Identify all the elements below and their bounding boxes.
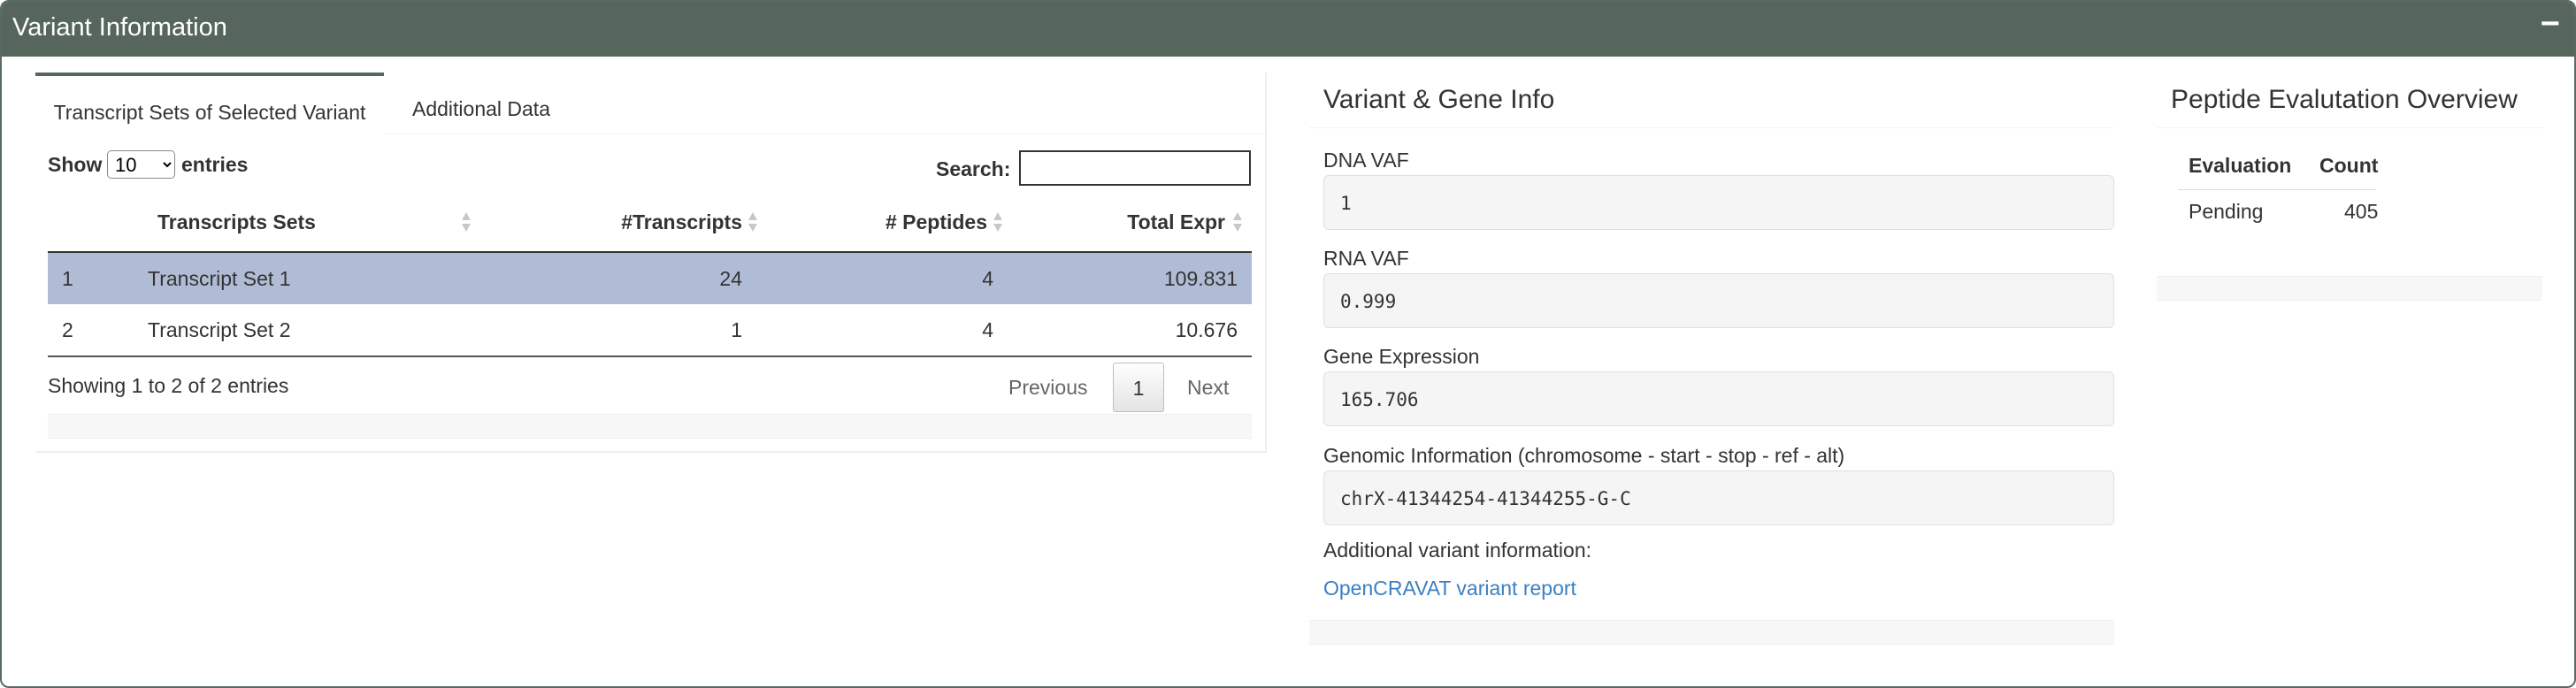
dna-vaf-field: 1 xyxy=(1323,175,2114,230)
genomic-info-field: chrX-41344254-41344255-G-C xyxy=(1323,470,2114,525)
total-expr: 109.831 xyxy=(1163,267,1238,290)
sort-icon[interactable] xyxy=(461,212,472,235)
peptide-overview-title: Peptide Evalutation Overview xyxy=(2171,85,2518,114)
peptides-count: 4 xyxy=(982,267,993,290)
next-page-button[interactable]: Next xyxy=(1187,363,1229,412)
variant-information-panel: Variant Information − Transcript Sets of… xyxy=(0,0,2576,688)
previous-page-button[interactable]: Previous xyxy=(1008,363,1087,412)
box-footer xyxy=(2157,276,2542,301)
row-index: 2 xyxy=(62,318,73,341)
row-index: 1 xyxy=(62,267,73,290)
search-input[interactable] xyxy=(1019,150,1251,186)
sort-icon[interactable] xyxy=(993,212,1003,235)
rna-vaf-label: RNA VAF xyxy=(1323,247,1409,270)
evaluation-value: Pending xyxy=(2189,200,2264,223)
sort-icon[interactable] xyxy=(1232,212,1243,235)
entries-label: entries xyxy=(181,153,249,176)
tab-strip: Transcript Sets of Selected Variant Addi… xyxy=(35,73,1265,134)
column-header-total-expr[interactable]: Total Expr xyxy=(1127,203,1225,253)
transcripts-count: 1 xyxy=(731,318,742,341)
total-expr: 10.676 xyxy=(1175,318,1238,341)
sort-icon[interactable] xyxy=(748,212,758,235)
genomic-info-label: Genomic Information (chromosome - start … xyxy=(1323,444,1845,467)
show-label: Show xyxy=(48,153,103,176)
search-label: Search: xyxy=(936,157,1011,180)
table-scrollbar[interactable] xyxy=(48,414,1252,439)
divider xyxy=(2157,127,2542,128)
panel-title: Variant Information xyxy=(12,13,227,42)
dna-vaf-label: DNA VAF xyxy=(1323,149,1409,172)
column-header-peptides[interactable]: # Peptides xyxy=(886,203,987,253)
column-header-transcripts[interactable]: #Transcripts xyxy=(621,203,742,253)
table-row[interactable]: 1 Transcript Set 1 24 4 109.831 xyxy=(48,253,1252,304)
tab-transcript-sets[interactable]: Transcript Sets of Selected Variant xyxy=(35,73,384,134)
rna-vaf-field: 0.999 xyxy=(1323,273,2114,328)
page-1-button[interactable]: 1 xyxy=(1113,363,1164,412)
gene-expression-label: Gene Expression xyxy=(1323,345,1480,368)
tab-additional-data[interactable]: Additional Data xyxy=(384,73,579,134)
variant-gene-info-title: Variant & Gene Info xyxy=(1323,85,1555,114)
panel-header: Variant Information − xyxy=(2,2,2574,57)
table-row[interactable]: 2 Transcript Set 2 1 4 10.676 xyxy=(48,304,1252,357)
column-header-transcript-sets[interactable]: Transcripts Sets xyxy=(157,203,316,253)
opencravat-report-link[interactable]: OpenCRAVAT variant report xyxy=(1323,577,1576,600)
column-header-count: Count xyxy=(2319,154,2379,177)
column-header-evaluation: Evaluation xyxy=(2189,154,2292,177)
page-length-select[interactable]: 10 xyxy=(107,150,175,179)
divider xyxy=(1309,127,2114,128)
peptide-overview-box: Peptide Evalutation Overview Evaluation … xyxy=(2157,73,2542,304)
transcript-set-name: Transcript Set 2 xyxy=(148,318,291,341)
collapse-icon[interactable]: − xyxy=(2541,5,2560,43)
transcripts-count: 24 xyxy=(719,267,742,290)
transcript-set-name: Transcript Set 1 xyxy=(148,267,291,290)
peptides-count: 4 xyxy=(982,318,993,341)
variant-gene-info-box: Variant & Gene Info DNA VAF 1 RNA VAF 0.… xyxy=(1309,73,2114,647)
table-info: Showing 1 to 2 of 2 entries xyxy=(48,374,289,397)
box-footer xyxy=(1309,620,2114,645)
additional-info-label: Additional variant information: xyxy=(1323,539,1591,562)
gene-expression-field: 165.706 xyxy=(1323,371,2114,426)
count-value: 405 xyxy=(2344,200,2379,223)
table-header: Transcripts Sets #Transcripts # Peptides… xyxy=(48,203,1252,253)
divider xyxy=(2178,189,2376,190)
